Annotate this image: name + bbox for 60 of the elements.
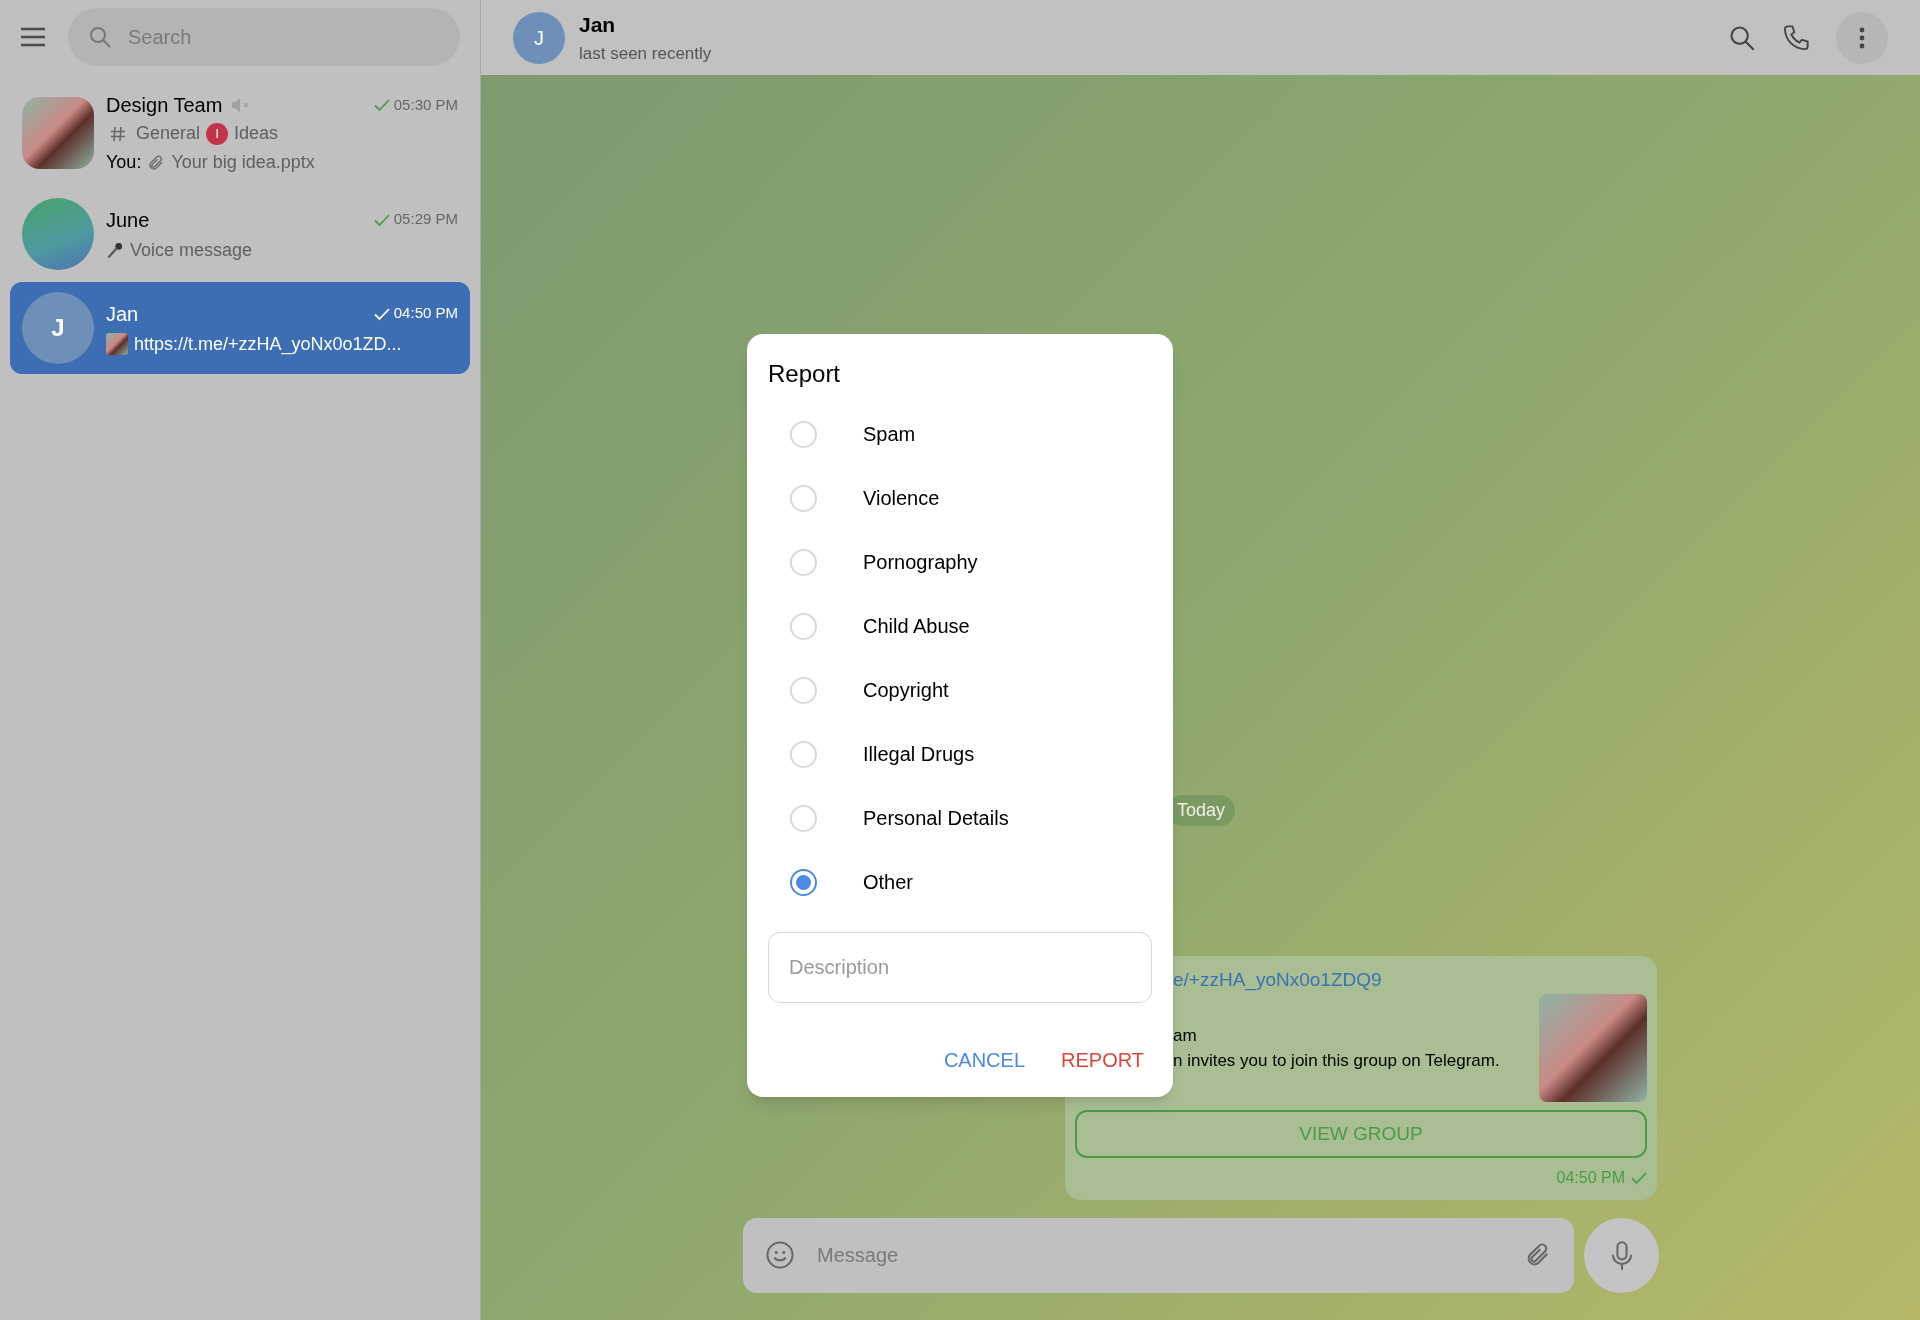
search-icon	[88, 25, 112, 49]
radio-option[interactable]: Spam	[768, 402, 1152, 466]
menu-icon[interactable]	[20, 27, 46, 47]
avatar: J	[513, 11, 565, 64]
search-field[interactable]: Search	[68, 8, 460, 66]
hash-icon	[110, 125, 126, 142]
search-icon[interactable]	[1728, 23, 1756, 52]
radio-option[interactable]: Other	[768, 850, 1152, 914]
radio-option[interactable]: Personal Details	[768, 786, 1152, 850]
checkmark-icon	[1631, 1171, 1647, 1185]
message-preview: Your big idea.pptx	[171, 151, 315, 174]
option-label: Copyright	[863, 678, 949, 703]
contact-name: Jan	[579, 12, 617, 38]
chat-time: 05:29 PM	[393, 209, 458, 230]
chat-list-item[interactable]: June 05:29 PM Voice message	[10, 188, 470, 280]
photo-placeholder	[22, 97, 94, 169]
option-label: Pornography	[863, 550, 978, 575]
report-button[interactable]: REPORT	[1053, 1041, 1152, 1079]
radio-option[interactable]: Pornography	[768, 530, 1152, 594]
chat-name: Design Team	[106, 93, 223, 118]
radio-option[interactable]: Copyright	[768, 658, 1152, 722]
radio-option[interactable]: Violence	[768, 466, 1152, 530]
option-label: Other	[863, 870, 914, 895]
topic-badge: I	[206, 122, 229, 145]
option-label: Illegal Drugs	[863, 742, 975, 767]
message-time: 04:50 PM	[1556, 1168, 1625, 1188]
more-icon	[1859, 26, 1865, 49]
description-field[interactable]: Description	[768, 932, 1152, 1003]
checkmark-icon	[373, 98, 390, 112]
avatar: J	[22, 292, 94, 364]
radio-button[interactable]	[790, 868, 817, 896]
topic-label: Ideas	[234, 122, 279, 145]
option-label: Spam	[863, 422, 916, 447]
invite-description: n invites you to join this group on Telegram.	[1173, 1050, 1501, 1072]
chat-name: Jan	[106, 301, 139, 327]
chat-list-item[interactable]: J Jan 04:50 PM https://t.me/+zzHA_yoNx0o1ZD...	[10, 282, 470, 374]
phone-icon[interactable]	[1782, 23, 1810, 52]
chat-name: June	[106, 207, 150, 233]
chat-time: 05:30 PM	[393, 94, 458, 115]
option-label: Child Abuse	[863, 614, 970, 639]
dialog-title: Report	[768, 359, 842, 389]
option-label: Violence	[863, 486, 940, 511]
cancel-button[interactable]: CANCEL	[935, 1041, 1033, 1079]
chat-time: 04:50 PM	[393, 303, 458, 324]
contact-status: last seen recently	[579, 42, 712, 65]
emoji-icon[interactable]	[765, 1240, 795, 1270]
checkmark-icon	[373, 306, 390, 321]
topic-label: General	[136, 122, 201, 145]
radio-option[interactable]: Child Abuse	[768, 594, 1152, 658]
message-preview: Voice message	[130, 238, 253, 262]
option-label: Personal Details	[863, 806, 1009, 831]
sender-label: You:	[106, 151, 142, 174]
chat-list-item[interactable]: Design Team 05:30 PM General I Ideas You: Your big idea.pptx	[10, 80, 470, 186]
microphone-icon	[106, 241, 124, 259]
checkmark-icon	[373, 212, 390, 227]
group-title: am	[1173, 1024, 1198, 1047]
message-preview: https://t.me/+zzHA_yoNx0o1ZD...	[134, 332, 402, 357]
photo-placeholder	[106, 333, 128, 355]
radio-option[interactable]: Illegal Drugs	[768, 722, 1152, 786]
message-input[interactable]: Message	[743, 1218, 1574, 1293]
